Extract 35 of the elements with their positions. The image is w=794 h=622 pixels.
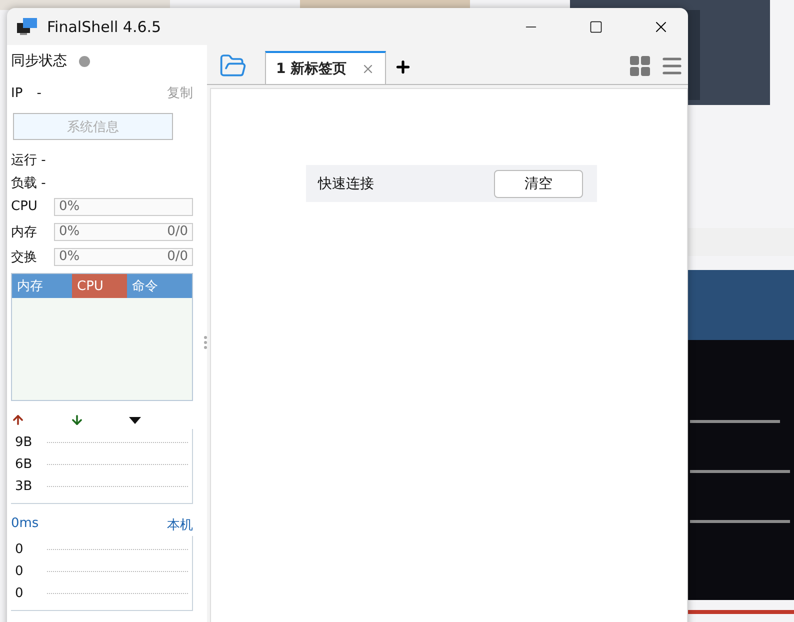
add-tab-icon[interactable]	[394, 58, 412, 76]
axis-label: 0	[15, 586, 24, 600]
monitor-icon	[17, 18, 37, 36]
meter-percent: 0%	[59, 249, 80, 264]
host-label: 本机	[167, 517, 193, 534]
stat-label: 负载 -	[11, 174, 46, 192]
column-header[interactable]: 内存	[12, 274, 72, 298]
axis-label: 9B	[15, 434, 34, 450]
meter-label: 内存	[11, 224, 37, 240]
stat-label: 运行 -	[11, 152, 46, 168]
maximize-icon[interactable]	[588, 20, 602, 34]
ip-label: IP	[11, 86, 23, 100]
copy-link[interactable]: 复制	[167, 84, 193, 102]
meter-percent: 0%	[59, 199, 80, 214]
latency-value: 0ms	[11, 516, 39, 533]
column-header[interactable]: 命令	[127, 274, 192, 298]
column-header[interactable]: CPU	[72, 274, 127, 298]
axis-label: 3B	[15, 478, 34, 494]
window-title: FinalShell 4.6.5	[47, 18, 162, 36]
meter-percent: 0%	[59, 224, 80, 239]
ip-value: -	[36, 86, 42, 100]
axis-label: 0	[15, 542, 24, 556]
grid-icon[interactable]	[630, 56, 650, 76]
meter-amount: 0/0	[167, 249, 188, 264]
dropdown-icon[interactable]	[129, 416, 141, 424]
meter-label: 交换	[11, 248, 37, 266]
sync-label: 同步状态	[11, 52, 67, 70]
quick-connect-label: 快速连接	[318, 174, 374, 192]
meter-amount: 0/0	[167, 224, 188, 239]
meter-label: CPU	[11, 199, 38, 214]
axis-label: 6B	[15, 456, 34, 472]
axis-label: 0	[15, 564, 24, 578]
system-info-button[interactable]: 系统信息	[13, 113, 173, 140]
clear-button[interactable]: 清空	[494, 170, 583, 198]
tab[interactable]: 1 新标签页	[265, 51, 386, 84]
